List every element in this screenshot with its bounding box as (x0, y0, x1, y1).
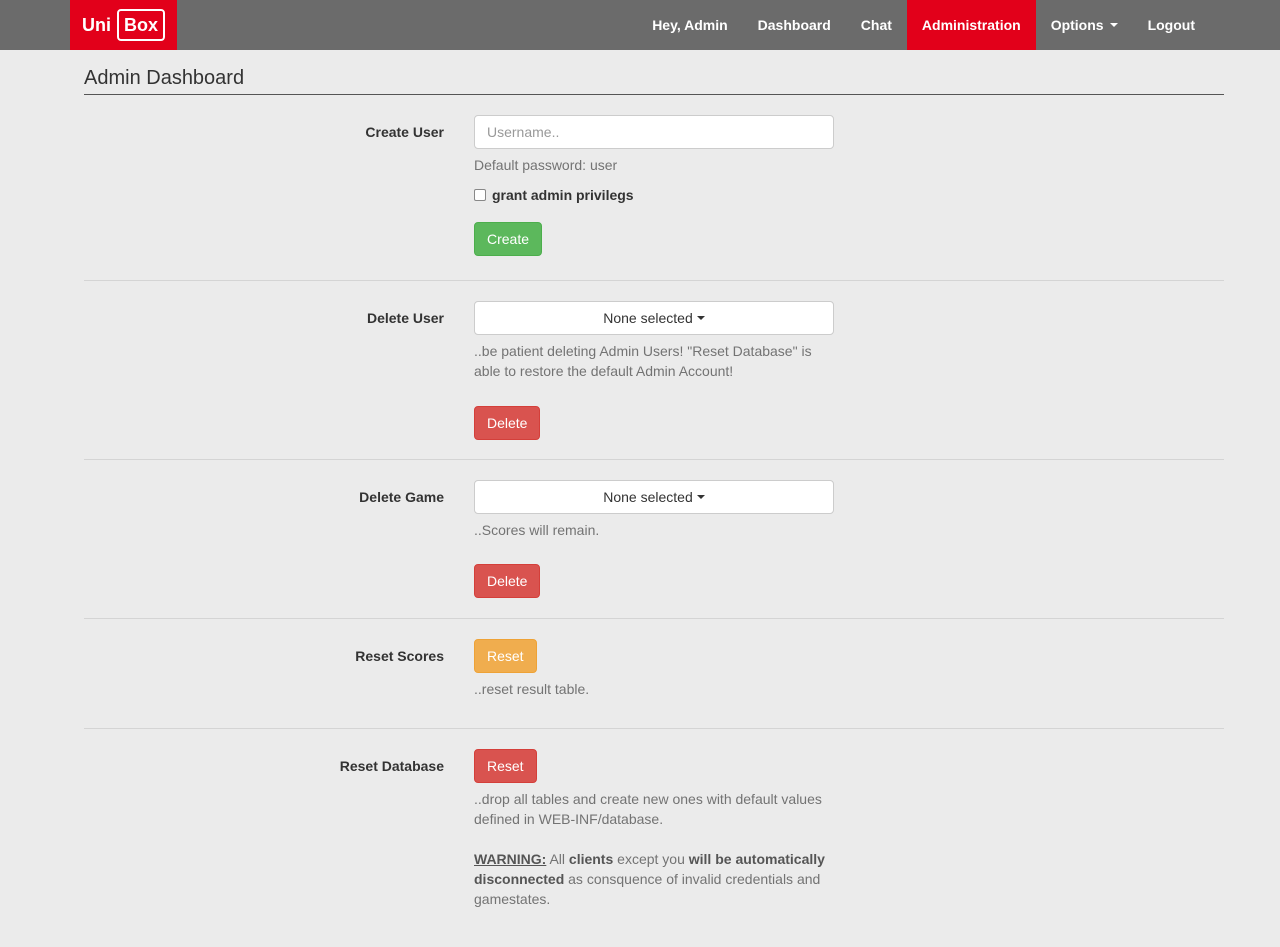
warning-prefix: WARNING: (474, 851, 547, 867)
admin-privileges-checkbox[interactable] (474, 189, 486, 201)
nav-item-logout[interactable]: Logout (1133, 0, 1210, 50)
delete-game-hint: ..Scores will remain. (474, 522, 600, 538)
username-input[interactable] (474, 115, 834, 149)
delete-game-section: Delete Game None selected ..Scores will … (84, 480, 1224, 600)
nav-item-administration[interactable]: Administration (906, 0, 1036, 50)
brand-text-uni: Uni (81, 14, 111, 35)
create-user-label: Create User (365, 124, 444, 140)
section-divider (84, 618, 1224, 619)
nav-item-label: Chat (860, 17, 892, 33)
reset-scores-hint: ..reset result table. (474, 681, 590, 697)
reset-database-hint: ..drop all tables and create new ones wi… (474, 791, 822, 827)
delete-user-select[interactable]: None selected (474, 301, 834, 335)
delete-user-controls: None selected ..be patient deleting Admi… (474, 301, 834, 440)
page-title: Admin Dashboard (84, 67, 245, 89)
section-divider (84, 280, 1224, 281)
warning-text: All (546, 851, 569, 867)
nav-item-label: Administration (921, 17, 1021, 33)
nav-item-user-greeting[interactable]: Hey, Admin (637, 0, 742, 50)
reset-database-warning: WARNING: All clients except you will be … (474, 849, 834, 909)
reset-scores-section: Reset Scores Reset ..reset result table. (84, 639, 1224, 719)
delete-user-hint: ..be patient deleting Admin Users! "Rese… (474, 343, 812, 379)
section-divider (84, 459, 1224, 460)
delete-game-controls: None selected ..Scores will remain. Dele… (474, 480, 834, 598)
caret-down-icon (1109, 23, 1118, 27)
create-user-button[interactable]: Create (474, 222, 543, 256)
reset-database-controls: Reset ..drop all tables and create new o… (474, 749, 834, 909)
navbar: Uni Box Hey, Admin Dashboard Chat Admini… (0, 0, 1280, 50)
reset-database-section: Reset Database Reset ..drop all tables a… (84, 749, 1224, 929)
title-divider (84, 94, 1224, 95)
reset-scores-button[interactable]: Reset (474, 639, 537, 673)
admin-privileges-row: grant admin privilegs (474, 187, 834, 203)
warning-text: except you (613, 851, 689, 867)
reset-database-label: Reset Database (339, 758, 444, 774)
nav-item-label: Options (1050, 17, 1104, 33)
delete-game-select[interactable]: None selected (474, 480, 834, 514)
nav-item-dashboard[interactable]: Dashboard (743, 0, 846, 50)
brand-logo[interactable]: Uni Box (70, 0, 177, 50)
reset-database-button[interactable]: Reset (474, 749, 537, 783)
default-password-hint: Default password: user (474, 157, 618, 173)
delete-game-button[interactable]: Delete (474, 564, 541, 598)
admin-privileges-label: grant admin privilegs (492, 187, 634, 203)
delete-user-section: Delete User None selected ..be patient d… (84, 301, 1224, 441)
delete-user-button[interactable]: Delete (474, 406, 541, 440)
caret-down-icon (696, 316, 705, 320)
reset-scores-controls: Reset ..reset result table. (474, 639, 834, 699)
nav-item-chat[interactable]: Chat (846, 0, 907, 50)
nav-item-label: Logout (1147, 17, 1195, 33)
reset-scores-label: Reset Scores (355, 648, 444, 664)
caret-down-icon (696, 495, 705, 499)
delete-game-label: Delete Game (359, 489, 444, 505)
delete-user-label: Delete User (366, 310, 444, 326)
warning-emphasis: clients (568, 851, 614, 867)
nav-menu: Hey, Admin Dashboard Chat Administration… (637, 0, 1210, 50)
nav-item-label: Hey, Admin (652, 17, 728, 33)
nav-item-options[interactable]: Options (1036, 0, 1133, 50)
section-divider (84, 728, 1224, 729)
nav-item-label: Dashboard (757, 17, 831, 33)
create-user-controls: Default password: user grant admin privi… (474, 115, 834, 256)
select-value: None selected (603, 310, 693, 326)
brand-text-box: Box (116, 9, 165, 41)
create-user-section: Create User Default password: user grant… (84, 115, 1224, 265)
select-value: None selected (603, 489, 693, 505)
